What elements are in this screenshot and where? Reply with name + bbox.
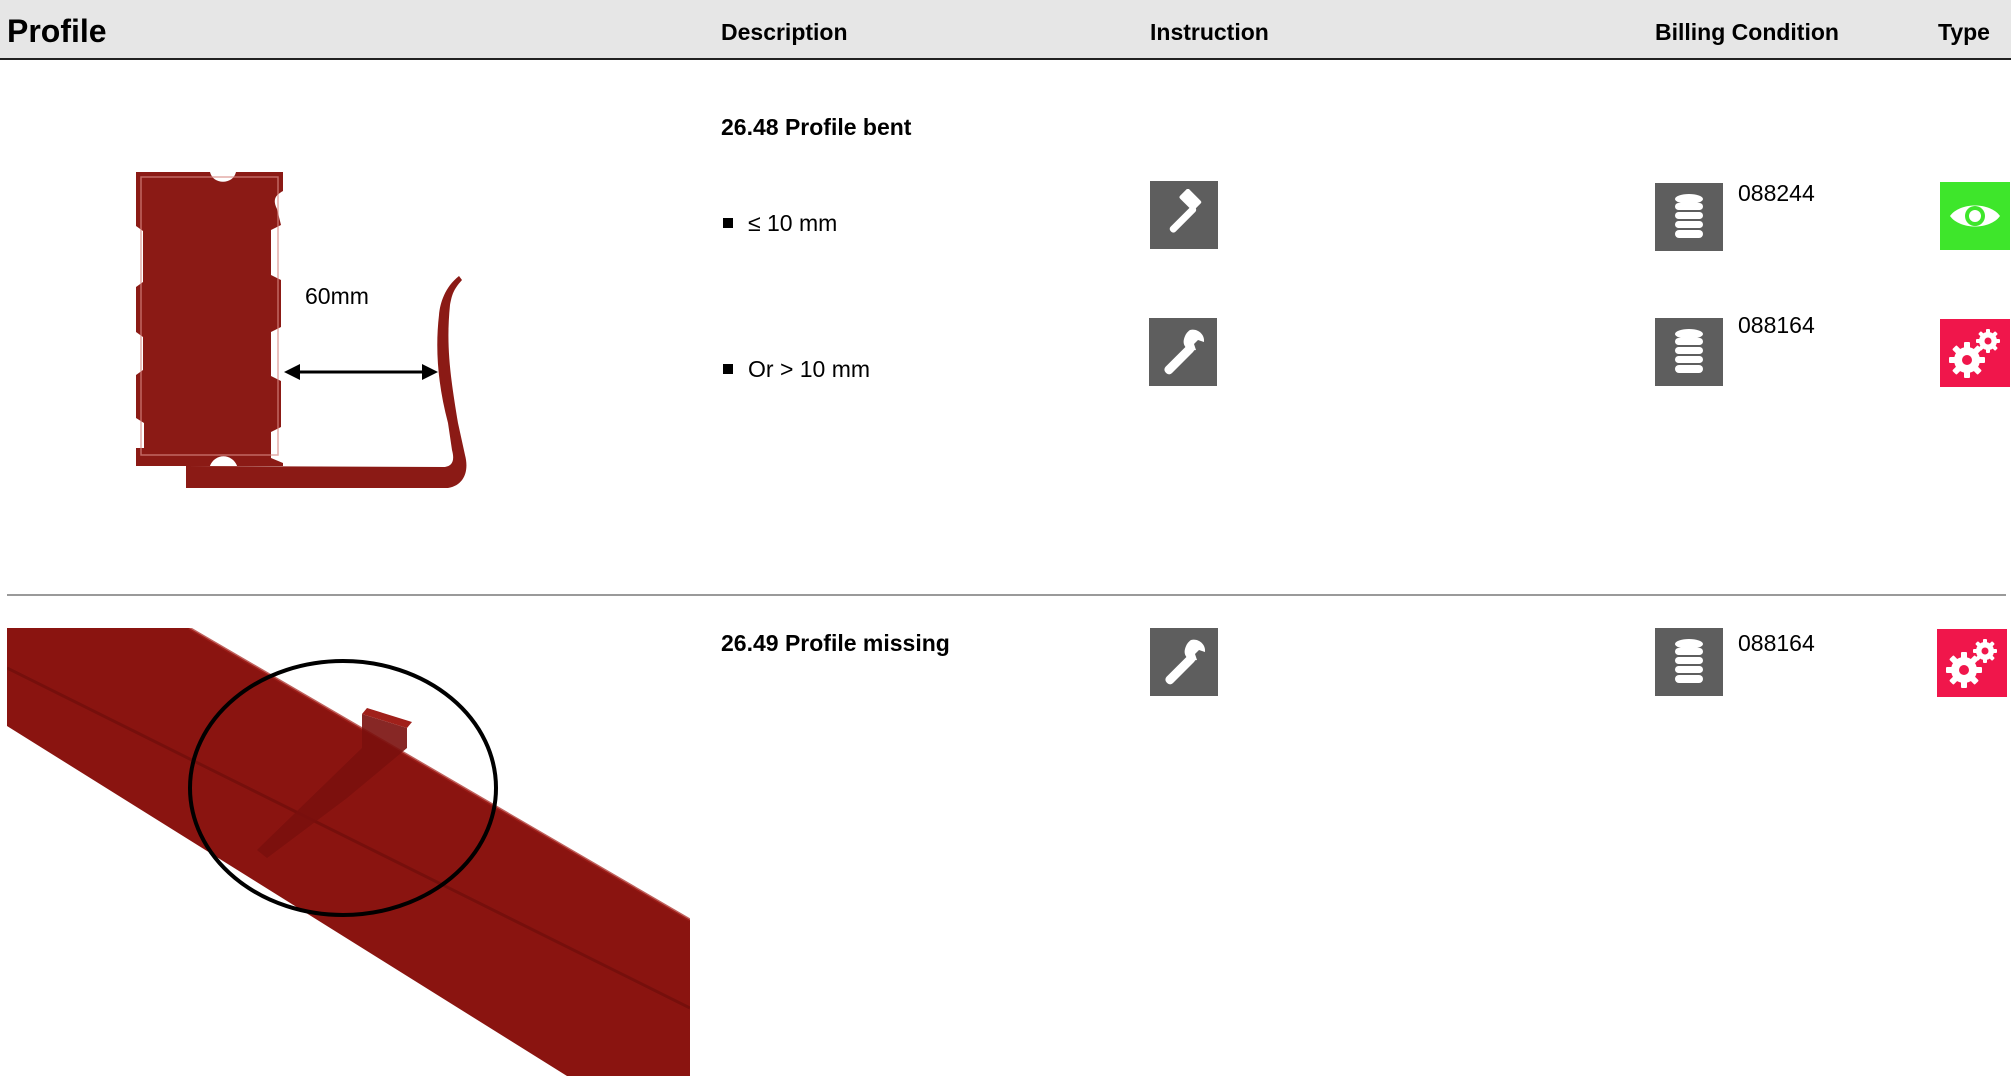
upright-profile [136, 172, 283, 466]
condition-item: ≤ 10 mm [723, 210, 837, 237]
dimension-label: 60mm [305, 283, 369, 309]
column-header-billing-condition: Billing Condition [1655, 19, 1839, 45]
section-title-profile-bent: 26.48 Profile bent [721, 114, 912, 140]
billing-code: 088164 [1738, 630, 1815, 656]
bullet-square-icon [723, 363, 733, 374]
section-title-profile-missing: 26.49 Profile missing [721, 630, 950, 656]
wrench-icon [1149, 318, 1217, 386]
page-title: Profile [7, 13, 107, 49]
table-header: Profile Description Instruction Billing … [0, 0, 2011, 60]
condition-text: Or > 10 mm [748, 356, 871, 382]
coin-stack-icon [1655, 183, 1723, 251]
billing-code: 088244 [1738, 180, 1815, 206]
billing-code: 088164 [1738, 312, 1815, 338]
column-header-description: Description [721, 19, 848, 45]
profile-missing-photo [7, 628, 690, 1076]
gears-icon [1940, 319, 2010, 387]
profile-bent-illustration [136, 172, 467, 488]
gears-icon [1937, 629, 2007, 697]
coin-stack-icon [1655, 318, 1723, 386]
coin-stack-icon [1655, 628, 1723, 696]
condition-item: Or > 10 mm [723, 356, 870, 383]
section-divider [7, 594, 2006, 596]
column-header-instruction: Instruction [1150, 19, 1269, 45]
wrench-icon [1150, 628, 1218, 696]
eye-icon [1940, 182, 2010, 250]
bullet-square-icon [723, 217, 733, 228]
column-header-type: Type [1938, 19, 1990, 45]
hammer-icon [1150, 181, 1218, 249]
arrowhead-left [284, 364, 300, 380]
arrowhead-right [422, 364, 438, 380]
condition-text: ≤ 10 mm [748, 210, 838, 236]
